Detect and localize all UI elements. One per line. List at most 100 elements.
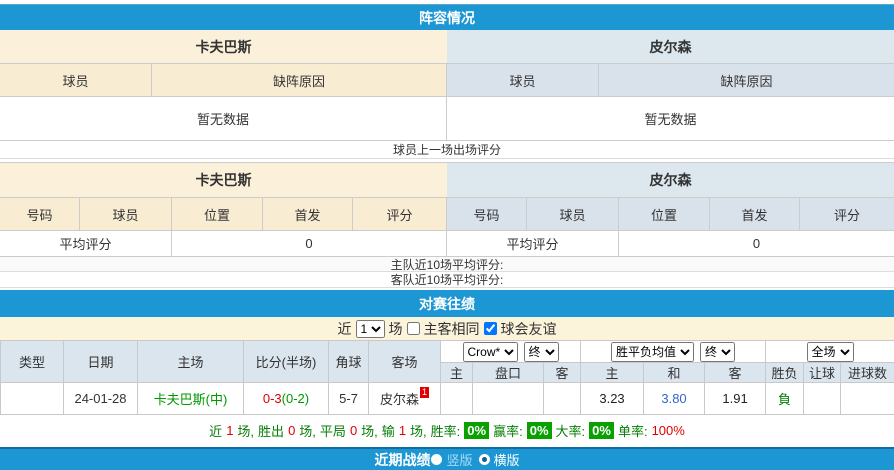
away-last10-rating-note: 客队近10场平均评分: <box>0 272 894 288</box>
corners-col-header: 角球 <box>329 341 369 383</box>
home-last10-rating-note: 主队近10场平均评分: <box>0 257 894 272</box>
odds-home-col-header: 主 <box>581 363 644 383</box>
red-card-badge: 1 <box>420 387 429 398</box>
away-rating-col-header: 评分 <box>800 198 894 230</box>
lineup-team-row: 卡夫巴斯 皮尔森 <box>0 30 894 64</box>
type-col-header: 类型 <box>1 341 64 383</box>
over-rate-label: 大率: <box>556 421 586 440</box>
odds-final-select[interactable]: 终 <box>700 342 735 362</box>
home-average-rating-label: 平均评分 <box>0 231 172 256</box>
near-games-select[interactable]: 1 <box>356 320 385 338</box>
h2h-table: 类型 日期 主场 比分(半场) 角球 客场 Crow*终 胜平负均值终 全场 主… <box>0 340 894 415</box>
vertical-layout-radio[interactable] <box>431 454 442 465</box>
lineup-subheader-row: 球员 缺阵原因 球员 缺阵原因 <box>0 64 894 97</box>
odds-type-select[interactable]: 胜平负均值 <box>611 342 694 362</box>
goals-cell <box>841 383 894 415</box>
away-average-rating-label: 平均评分 <box>447 231 619 256</box>
half-time-score: (0-2) <box>282 391 309 406</box>
summary-draws-label: 平局 <box>320 421 346 440</box>
match-score-cell: 0-3(0-2) <box>244 383 329 415</box>
odds-selects-cell: 胜平负均值终 <box>581 341 766 363</box>
home-col-header: 主场 <box>138 341 244 383</box>
handicap-result-col-header: 让球 <box>804 363 841 383</box>
same-venue-label: 主客相同 <box>424 319 480 339</box>
single-rate-label: 单率: <box>618 421 648 440</box>
match-away-team-cell: 皮尔森1 <box>369 383 441 415</box>
lineup-away-team-name: 皮尔森 <box>447 30 894 63</box>
near-label: 近 <box>338 319 352 339</box>
same-venue-checkbox[interactable] <box>407 322 420 335</box>
score-col-header: 比分(半场) <box>244 341 329 383</box>
away-average-rating-value: 0 <box>619 231 894 256</box>
full-time-score: 0-3 <box>263 391 282 406</box>
goals-col-header: 进球数 <box>841 363 894 383</box>
summary-wins: 0 <box>288 423 295 438</box>
home-number-col-header: 号码 <box>0 198 80 230</box>
h2h-filter-row: 近 1 场 主客相同 球会友谊 <box>0 317 894 340</box>
match-home-team-link[interactable]: 卡夫巴斯(中) <box>138 383 244 415</box>
home-player-col-header: 球员 <box>0 64 152 96</box>
summary-seg: 场, <box>410 421 427 440</box>
result-cell: 負 <box>766 383 804 415</box>
match-away-team-link[interactable]: 皮尔森 <box>380 392 419 407</box>
summary-draws: 0 <box>350 423 357 438</box>
ratings-away-team-name: 皮尔森 <box>447 163 894 197</box>
odds-away-col-header: 客 <box>705 363 766 383</box>
away-position-col-header: 位置 <box>619 198 710 230</box>
games-label: 场 <box>389 319 403 339</box>
home-position-col-header: 位置 <box>172 198 263 230</box>
away-col-header: 客场 <box>369 341 441 383</box>
handicap-home-cell <box>441 383 473 415</box>
win-rate-badge: 0% <box>464 422 489 439</box>
away-player-col-header: 球员 <box>527 198 619 230</box>
single-rate-value: 100% <box>652 423 685 438</box>
handicap-home-col-header: 主 <box>441 363 473 383</box>
friendly-label: 球会友谊 <box>501 319 557 339</box>
profit-rate-label: 赢率: <box>493 421 523 440</box>
lineup-title: 阵容情况 <box>419 8 475 28</box>
home-starting-col-header: 首发 <box>263 198 353 230</box>
ratings-caption: 球员上一场出场评分 <box>0 141 894 159</box>
h2h-match-row: 球会友谊 24-01-28 卡夫巴斯(中) 0-3(0-2) 5-7 皮尔森1 … <box>1 383 894 415</box>
summary-seg: 场, <box>237 421 254 440</box>
profit-rate-badge: 0% <box>527 422 552 439</box>
home-rating-col-header: 评分 <box>353 198 447 230</box>
vertical-layout-label[interactable]: 竖版 <box>446 450 472 469</box>
ratings-team-row: 卡夫巴斯 皮尔森 <box>0 162 894 198</box>
lineup-section-header: 阵容情况 <box>0 4 894 30</box>
ratings-average-row: 平均评分 0 平均评分 0 <box>0 231 894 257</box>
away-no-data-text: 暂无数据 <box>447 97 894 140</box>
horizontal-layout-label[interactable]: 横版 <box>494 450 520 469</box>
summary-seg: 场, <box>299 421 316 440</box>
home-no-data-text: 暂无数据 <box>0 97 447 140</box>
horizontal-layout-radio[interactable] <box>479 454 490 465</box>
handicap-result-cell <box>804 383 841 415</box>
handicap-line-cell <box>473 383 544 415</box>
handicap-line-col-header: 盘口 <box>473 363 544 383</box>
h2h-section-header: 对赛往绩 <box>0 290 894 317</box>
summary-total: 1 <box>226 423 233 438</box>
stats-page: 阵容情况 卡夫巴斯 皮尔森 球员 缺阵原因 球员 缺阵原因 暂无数据 暂无数据 … <box>0 0 894 470</box>
summary-near-label: 近 <box>209 421 222 440</box>
h2h-summary: 近 1 场, 胜出 0 场, 平局 0 场, 输 1 场, 胜率: 0% 赢率:… <box>0 415 894 445</box>
home-average-rating-value: 0 <box>172 231 447 256</box>
match-date-cell: 24-01-28 <box>64 383 138 415</box>
odds-away-cell: 1.91 <box>705 383 766 415</box>
lineup-empty-row: 暂无数据 暂无数据 <box>0 97 894 141</box>
odds-draw-cell: 3.80 <box>644 383 705 415</box>
lineup-home-team-name: 卡夫巴斯 <box>0 30 447 63</box>
home-player-col-header: 球员 <box>80 198 172 230</box>
match-corners-cell: 5-7 <box>329 383 369 415</box>
result-col-header: 胜负 <box>766 363 804 383</box>
handicap-selects-cell: Crow* 终 <box>441 341 581 363</box>
bookmaker-select[interactable]: Crow* <box>463 342 518 362</box>
summary-losses: 1 <box>399 423 406 438</box>
bookmaker-final-select[interactable]: 终 <box>524 342 559 362</box>
scope-select[interactable]: 全场 <box>807 342 854 362</box>
away-absence-reason-col-header: 缺阵原因 <box>599 64 894 96</box>
ratings-columns-row: 号码 球员 位置 首发 评分 号码 球员 位置 首发 评分 <box>0 198 894 231</box>
friendly-checkbox[interactable] <box>484 322 497 335</box>
match-type-cell: 球会友谊 <box>1 383 64 415</box>
home-absence-reason-col-header: 缺阵原因 <box>152 64 447 96</box>
away-player-col-header: 球员 <box>447 64 599 96</box>
